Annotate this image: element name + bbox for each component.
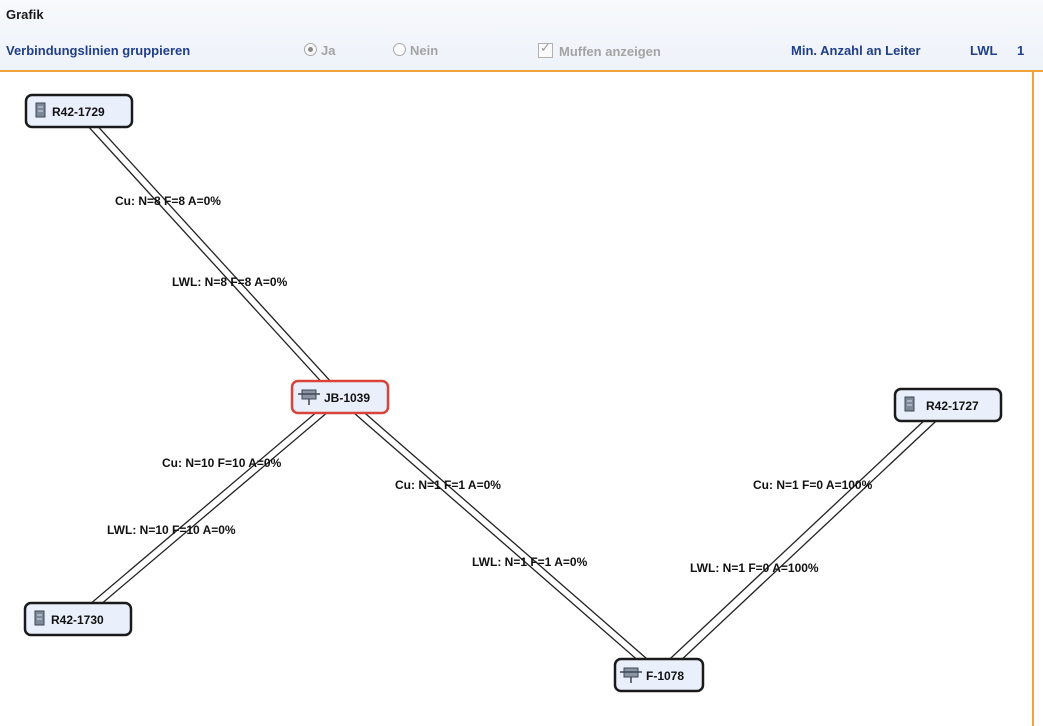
edge-label-cu: Cu: N=8 F=8 A=0% [115,194,221,208]
edge-label-lwl: LWL: N=1 F=0 A=100% [690,561,819,575]
node-label: R42-1730 [51,613,104,627]
node-label: JB-1039 [324,391,370,405]
network-graph: Cu: N=8 F=8 A=0% LWL: N=8 F=8 A=0% Cu: N… [23,93,1003,693]
edge-jb-1039-f-1078[interactable] [337,393,663,678]
canvas-border [1032,72,1034,726]
node-f-1078[interactable]: F-1078 [613,657,705,693]
node-label: F-1078 [646,669,684,683]
node-jb-1039[interactable]: JB-1039 [290,379,390,415]
edge-label-lwl: LWL: N=10 F=10 A=0% [107,523,236,537]
edge-label-cu: Cu: N=10 F=10 A=0% [162,456,282,470]
node-r42-1729[interactable]: R42-1729 [24,93,134,129]
edge-label-cu: Cu: N=1 F=0 A=100% [753,478,873,492]
edge-label-lwl: LWL: N=1 F=1 A=0% [472,555,588,569]
rack-icon [904,396,915,412]
node-label: R42-1729 [52,105,105,119]
rack-icon [34,610,45,626]
edge-label-lwl: LWL: N=8 F=8 A=0% [172,275,288,289]
rack-icon [35,102,46,118]
node-r42-1730[interactable]: R42-1730 [23,601,133,637]
edge-r42-1729-jb-1039[interactable] [75,108,344,400]
node-label: R42-1727 [926,399,979,413]
edge-f-1078-r42-1727[interactable] [655,401,951,679]
node-r42-1727[interactable]: R42-1727 [893,387,1003,423]
edge-label-cu: Cu: N=1 F=1 A=0% [395,478,501,492]
edge-jb-1039-r42-1730[interactable] [75,393,343,623]
